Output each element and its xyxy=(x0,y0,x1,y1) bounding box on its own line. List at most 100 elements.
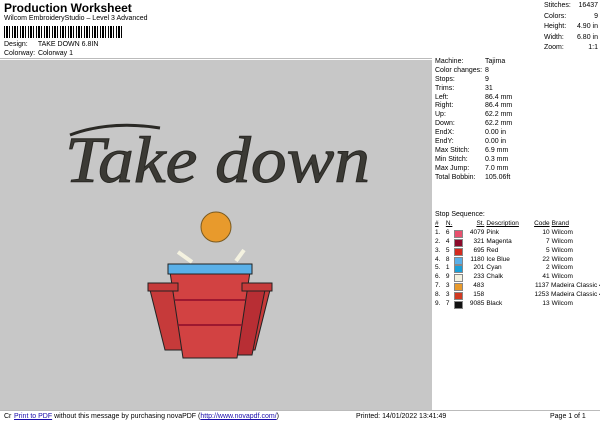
color-swatch xyxy=(453,265,463,274)
row-code: 22 xyxy=(542,255,550,263)
info-row: Color changes: 8 xyxy=(435,67,545,76)
info-value: 62.2 mm xyxy=(485,120,513,128)
info-label: Min Stitch: xyxy=(435,155,468,163)
row-needle: 8 xyxy=(445,255,450,263)
info-value: 86.4 mm xyxy=(485,93,513,101)
cup-right-rim xyxy=(241,282,273,292)
info-label: Color changes: xyxy=(435,66,483,74)
stop-sequence-table: # N. St. Description Code Brand 1. 6 4079 P… xyxy=(435,220,600,310)
row-number: 1. xyxy=(435,228,441,236)
stat-label: Stitches: xyxy=(544,2,571,9)
row-code: 41 xyxy=(542,273,550,281)
swatch-cell xyxy=(453,273,466,283)
row-stitches: 158 xyxy=(473,291,485,299)
info-row: Stops: 9 xyxy=(435,76,545,85)
row-stitches: 201 xyxy=(473,264,485,272)
info-row: Max Stitch: 6.9 mm xyxy=(435,147,545,156)
row-brand: Wilcom xyxy=(551,264,573,272)
info-value: 0.00 in xyxy=(485,129,507,137)
row-stitches: 1180 xyxy=(470,255,485,263)
info-value: 105.06ft xyxy=(485,173,511,181)
row-number: 4. xyxy=(435,255,441,263)
info-value: 31 xyxy=(485,84,493,92)
info-value: 7.0 mm xyxy=(485,164,509,172)
info-label: Total Bobbin: xyxy=(435,173,476,181)
page-number: Page 1 of 1 xyxy=(550,413,586,420)
cup-rim xyxy=(167,263,253,275)
row-brand: Wilcom xyxy=(551,228,573,236)
info-value: 9 xyxy=(485,75,489,83)
row-needle: 6 xyxy=(445,228,450,236)
header-cell: Description xyxy=(486,220,519,227)
row-stitches: 4079 xyxy=(469,228,485,236)
table-header: # N. St. Description Code Brand xyxy=(435,220,600,229)
info-label: Machine: xyxy=(435,58,464,65)
info-label: Max Stitch: xyxy=(435,146,470,154)
printed-date: Printed: 14/01/2022 13:41:49 xyxy=(356,413,447,420)
info-panel: Machine: Tajima Color changes: 8 Stops: 9 Trim… xyxy=(432,58,600,410)
row-needle: 9 xyxy=(445,273,450,281)
info-row: EndX: 0.00 in xyxy=(435,129,545,138)
print-to-pdf-link[interactable]: Print to PDF xyxy=(14,413,52,420)
row-code: 7 xyxy=(545,237,550,245)
design-value: TAKE DOWN 6.8IN xyxy=(37,41,99,48)
footer-prefix: Cr xyxy=(4,413,12,420)
table-row: 7. 3 483 1137Madeira Classic 40 xyxy=(435,282,600,292)
colorway-row: Colorway: Colorway 1 xyxy=(4,50,73,57)
row-code: 1253 xyxy=(534,291,550,299)
row-needle: 3 xyxy=(445,291,450,299)
info-row: Trims: 31 xyxy=(435,85,545,94)
row-description: Ice Blue xyxy=(486,255,510,263)
row-number: 2. xyxy=(435,237,441,245)
stat-label: Height: xyxy=(544,23,567,30)
barcode xyxy=(4,26,122,38)
swatch-cell xyxy=(453,256,466,265)
info-row: Left: 86.4 mm xyxy=(435,94,545,103)
colorway-label: Colorway: xyxy=(4,50,36,57)
row-description: Red xyxy=(486,246,499,254)
row-code: 13 xyxy=(542,300,550,308)
row-code: 1137 xyxy=(535,282,550,290)
info-row: Down: 62.2 mm xyxy=(435,120,545,129)
novapdf-link[interactable]: http://www.novapdf.com/ xyxy=(200,413,276,420)
design-label: Design: xyxy=(4,41,28,48)
footer: Cr Print to PDF without this message by … xyxy=(0,410,600,424)
machine-info: Machine: Tajima Color changes: 8 Stops: 9 Trim… xyxy=(435,58,545,182)
stat-row: Zoom: 1:1 xyxy=(544,43,600,54)
header-cell: N. xyxy=(445,220,453,227)
table-row: 1. 6 4079 Pink 10 Wilcom xyxy=(435,229,600,238)
stat-row: Height: 4.90 in xyxy=(544,22,600,33)
row-number: 3. xyxy=(435,246,441,254)
color-swatch xyxy=(453,283,463,292)
info-value: 8 xyxy=(485,66,489,74)
row-description: Magenta xyxy=(486,237,512,245)
row-brand: Wilcom xyxy=(551,246,573,254)
swatch-cell xyxy=(453,282,466,292)
row-needle: 3 xyxy=(445,282,450,290)
software-subtitle: Wilcom EmbroideryStudio – Level 3 Advanc… xyxy=(4,15,148,22)
color-swatch xyxy=(453,256,463,265)
colorway-value: Colorway 1 xyxy=(37,50,73,57)
info-row: Right: 86.4 mm xyxy=(435,102,545,111)
row-brand: Wilcom xyxy=(551,255,573,263)
top-stats: Stitches: 16437 Colors: 9 Height: 4.90 in Widt… xyxy=(544,1,600,54)
color-swatch xyxy=(453,238,463,247)
swatch-cell xyxy=(453,291,466,301)
worksheet-title: Production Worksheet xyxy=(4,1,132,15)
stat-row: Colors: 9 xyxy=(544,12,600,23)
header-cell: # xyxy=(435,220,439,227)
info-value: 0.00 in xyxy=(485,138,507,146)
row-description xyxy=(486,291,531,300)
info-label: Up: xyxy=(435,111,446,119)
stat-label: Width: xyxy=(544,33,564,41)
stat-row: Stitches: 16437 xyxy=(544,1,600,12)
row-needle: 4 xyxy=(445,237,450,245)
row-description: Black xyxy=(486,300,503,308)
info-label: Left: xyxy=(435,93,449,101)
row-stitches: 9085 xyxy=(469,300,485,308)
color-swatch xyxy=(453,301,463,310)
color-swatch xyxy=(453,247,463,256)
footer-message: Print to PDF without this message by pur… xyxy=(14,413,279,420)
stat-label: Zoom: xyxy=(544,44,564,51)
splash-right xyxy=(234,248,246,263)
